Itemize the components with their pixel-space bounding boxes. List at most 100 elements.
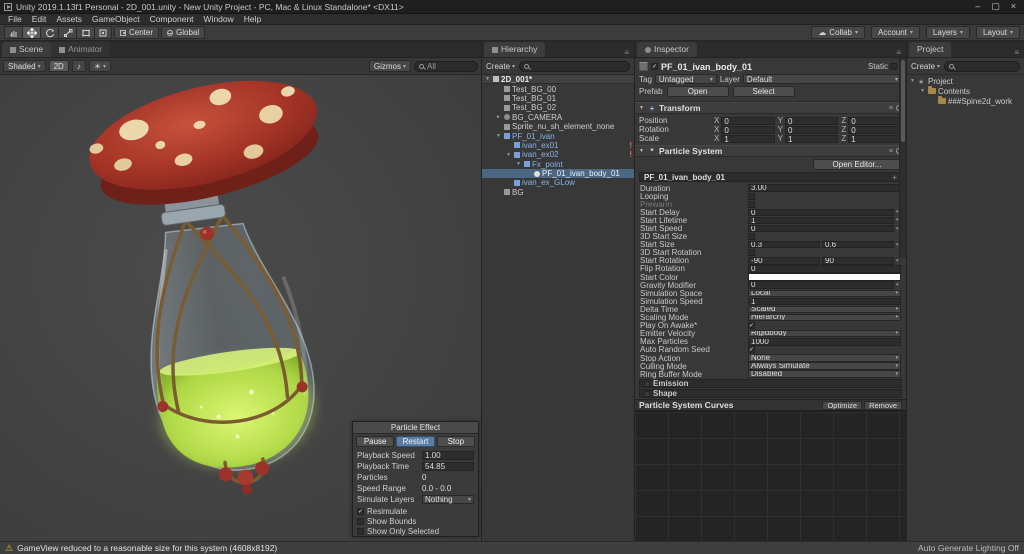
module-checkbox[interactable] xyxy=(644,380,650,387)
close-button[interactable]: × xyxy=(1011,1,1016,12)
menu-item[interactable]: Component xyxy=(145,14,199,24)
rotate-tool-button[interactable] xyxy=(40,26,58,39)
tab-project[interactable]: Project xyxy=(909,42,952,57)
hierarchy-create-dropdown[interactable]: Create ▾ xyxy=(486,62,515,71)
particle-effect-button[interactable]: Stop xyxy=(436,436,475,447)
checkbox-icon[interactable] xyxy=(357,517,364,525)
chevron-down-icon[interactable]: ▾ xyxy=(896,282,901,288)
minimize-button[interactable]: – xyxy=(975,1,980,12)
foldout-arrow-icon[interactable] xyxy=(515,161,522,167)
hierarchy-row[interactable]: Fx_point ! xyxy=(482,160,634,169)
foldout-arrow-icon[interactable] xyxy=(505,152,512,158)
property-field[interactable]: 0 xyxy=(748,281,894,289)
space-toggle-button[interactable]: Global xyxy=(161,26,206,39)
particle-effect-button[interactable]: Restart xyxy=(396,436,435,447)
hierarchy-row[interactable]: ivan_ex01 ! xyxy=(482,141,634,150)
hierarchy-row[interactable]: Sprite_nu_sh_element_none ! xyxy=(482,122,634,131)
pivot-toggle-button[interactable]: Center xyxy=(114,26,160,39)
pe-row-value[interactable]: 0 xyxy=(422,473,474,482)
prefab-action-button[interactable]: Open xyxy=(666,86,729,97)
property-field[interactable]: Always Simulate xyxy=(748,362,901,370)
panel-menu-icon[interactable]: ≡ xyxy=(896,48,904,57)
mode-2d-toggle[interactable]: 2D xyxy=(48,60,69,72)
scrollbar-thumb[interactable] xyxy=(901,60,905,142)
hierarchy-row[interactable]: PF_01_ivan_body_01 ! xyxy=(482,168,634,179)
foldout-arrow-icon[interactable]: ▼ xyxy=(639,148,645,154)
curves-action-button[interactable]: Optimize xyxy=(822,400,863,410)
tag-dropdown[interactable]: Untagged xyxy=(654,74,717,84)
view-tab[interactable]: Animator xyxy=(51,42,111,57)
property-checkbox[interactable] xyxy=(748,249,755,257)
menu-item[interactable]: Help xyxy=(239,14,266,24)
property-field[interactable]: Scaled xyxy=(748,305,901,314)
project-row[interactable]: ###Spine2d_work xyxy=(907,96,1024,106)
checkbox-icon[interactable] xyxy=(357,527,364,535)
curves-action-button[interactable]: Remove xyxy=(864,400,902,410)
property-field[interactable]: -90 xyxy=(748,257,820,265)
project-row[interactable]: Contents xyxy=(907,86,1024,96)
particle-effect-button[interactable]: Pause xyxy=(356,436,395,447)
checkbox-icon[interactable] xyxy=(357,507,364,515)
property-field[interactable]: 1000 xyxy=(748,338,901,346)
scene-effects-dropdown[interactable]: ☀ ▾ xyxy=(88,60,112,72)
hierarchy-row[interactable]: BG_CAMERA ! xyxy=(482,113,634,122)
menu-item[interactable]: File xyxy=(3,14,27,24)
x-field[interactable]: 0 xyxy=(721,116,775,125)
foldout-arrow-icon[interactable] xyxy=(495,114,502,120)
property-field[interactable]: 3.00 xyxy=(748,184,901,192)
foldout-arrow-icon[interactable]: ▼ xyxy=(639,105,645,111)
property-checkbox[interactable] xyxy=(748,233,755,241)
particle-effect-checkbox-row[interactable]: Show Bounds xyxy=(353,516,478,526)
pe-row-value[interactable]: 1.00 xyxy=(422,451,474,460)
particle-module-bar[interactable]: Shape xyxy=(639,389,902,399)
hand-tool-button[interactable] xyxy=(4,26,22,39)
foldout-arrow-icon[interactable] xyxy=(909,78,916,84)
gizmos-dropdown[interactable]: Gizmos ▾ xyxy=(368,60,411,72)
add-module-icon[interactable]: + xyxy=(892,173,897,182)
x-field[interactable]: 0 xyxy=(721,125,775,134)
property-field-2[interactable]: 0.6 xyxy=(822,240,894,249)
scene-viewport[interactable]: Particle Effect Pause Restart Stop Playbac… xyxy=(0,75,481,541)
rect-tool-button[interactable] xyxy=(76,26,94,39)
pe-row-value[interactable]: 0.0 - 0.0 xyxy=(422,484,474,493)
property-checkbox[interactable] xyxy=(748,192,755,200)
tab-hierarchy[interactable]: Hierarchy xyxy=(484,42,546,57)
property-field[interactable]: Hierarchy xyxy=(748,313,901,322)
hierarchy-row[interactable]: Test_BG_00 ! xyxy=(482,84,634,94)
foldout-arrow-icon[interactable] xyxy=(495,133,502,139)
static-toggle[interactable]: Static ▾ xyxy=(868,62,902,71)
hierarchy-row[interactable]: ivan_ex_GLow ! xyxy=(482,178,634,187)
gameobject-name-field[interactable]: PF_01_ivan_body_01 xyxy=(661,62,865,72)
project-row[interactable]: Project xyxy=(907,76,1024,86)
foldout-arrow-icon[interactable] xyxy=(484,76,491,82)
open-editor-button[interactable]: Open Editor... xyxy=(813,159,901,170)
z-field[interactable]: 0 xyxy=(848,116,903,125)
particle-curves-graph[interactable] xyxy=(635,411,906,541)
scene-audio-toggle[interactable]: ♪ xyxy=(71,60,86,72)
color-swatch[interactable] xyxy=(748,273,901,281)
inspector-scrollbar[interactable] xyxy=(899,58,906,258)
presets-icon[interactable]: ≡ xyxy=(889,105,893,112)
prefab-action-button[interactable]: Select xyxy=(732,86,795,97)
panel-menu-icon[interactable]: ≡ xyxy=(1014,48,1022,57)
status-message[interactable]: GameView reduced to a reasonable size fo… xyxy=(17,543,277,553)
property-field[interactable]: 0.3 xyxy=(748,240,820,249)
property-checkbox[interactable] xyxy=(748,322,755,330)
menu-item[interactable]: Window xyxy=(199,14,239,24)
hierarchy-row[interactable]: Test_BG_02 ! xyxy=(482,103,634,112)
property-checkbox[interactable] xyxy=(748,346,755,354)
layers-dropdown[interactable]: Layers ▾ xyxy=(925,26,970,39)
shading-mode-dropdown[interactable]: Shaded ▾ xyxy=(3,60,46,72)
hierarchy-row[interactable]: BG ! xyxy=(482,188,634,197)
pe-row-value[interactable]: Nothing xyxy=(422,495,474,504)
move-tool-button[interactable] xyxy=(22,26,40,39)
presets-icon[interactable]: ≡ xyxy=(889,148,893,155)
active-checkbox[interactable]: ✓ xyxy=(651,63,658,70)
hierarchy-search-input[interactable] xyxy=(519,60,630,72)
z-field[interactable]: 1 xyxy=(848,134,903,143)
menu-item[interactable]: GameObject xyxy=(87,14,145,24)
property-field[interactable]: Disabled xyxy=(748,370,901,378)
layer-dropdown[interactable]: Default xyxy=(742,74,902,84)
particle-system-component-header[interactable]: ▼ * Particle System ≡ xyxy=(635,145,906,157)
x-field[interactable]: 1 xyxy=(721,134,775,143)
